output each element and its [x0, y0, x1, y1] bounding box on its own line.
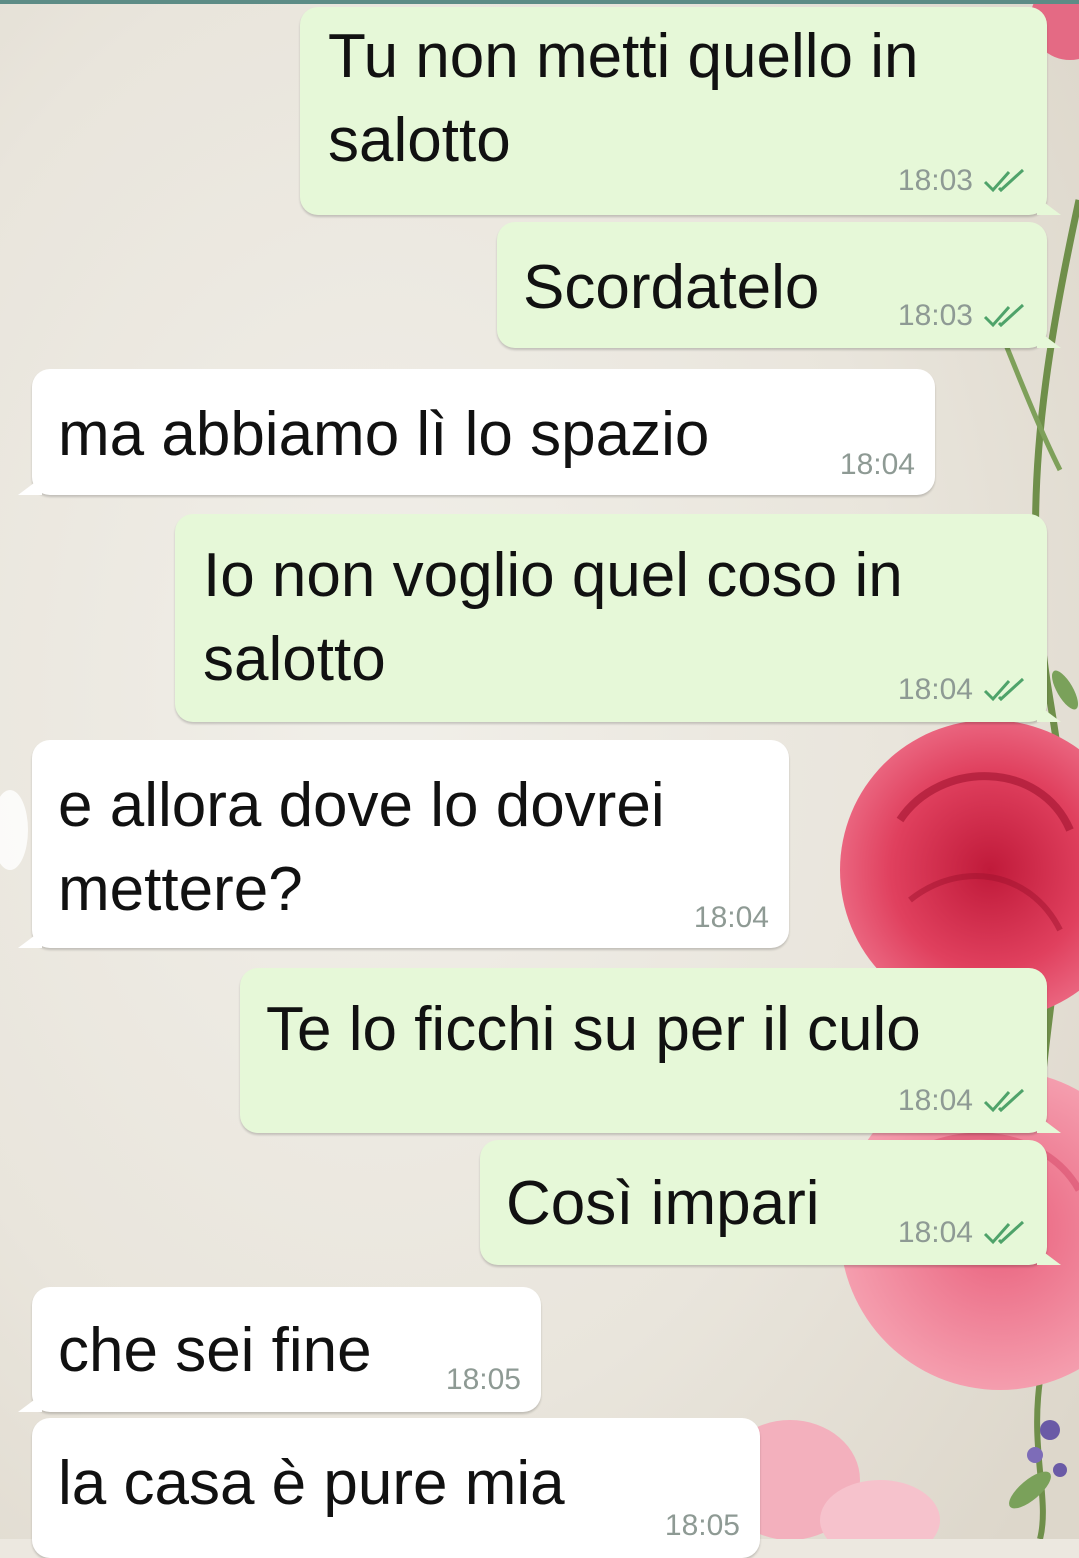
- message-text: Così impari: [506, 1169, 820, 1238]
- message-time: 18:03: [897, 164, 973, 197]
- message-time: 18:04: [897, 673, 973, 706]
- message-meta: 18:04: [898, 1215, 1027, 1251]
- message-text: Scordatelo: [523, 253, 820, 322]
- message-meta: 18:04: [694, 900, 769, 936]
- double-check-read-icon: [983, 1220, 1025, 1245]
- message-bubble-outgoing[interactable]: Io non voglio quel coso in salotto 18:04: [175, 514, 1061, 722]
- message-time: 18:03: [897, 299, 973, 332]
- message-text: Te lo ficchi su per il culo: [266, 995, 921, 1064]
- message-bubble-outgoing[interactable]: Scordatelo 18:03: [497, 222, 1061, 348]
- message-bubble-outgoing[interactable]: Tu non metti quello in salotto 18:03: [300, 7, 1061, 215]
- message-text: che sei fine: [58, 1316, 372, 1385]
- message-text: e allora dove lo dovrei mettere?: [58, 771, 665, 924]
- message-meta: 18:05: [446, 1362, 521, 1398]
- message-meta: 18:04: [840, 447, 915, 483]
- message-time: 18:04: [897, 1216, 973, 1249]
- message-meta: 18:04: [898, 1083, 1027, 1119]
- message-bubble-incoming[interactable]: e allora dove lo dovrei mettere? 18:04: [18, 740, 789, 948]
- message-text: la casa è pure mia: [58, 1449, 565, 1518]
- message-bubble-incoming[interactable]: che sei fine 18:05: [18, 1287, 541, 1412]
- double-check-read-icon: [983, 1088, 1025, 1113]
- message-bubble-outgoing[interactable]: Così impari 18:04: [480, 1140, 1061, 1265]
- message-bubble-incoming[interactable]: la casa è pure mia 18:05: [32, 1418, 760, 1558]
- message-meta: 18:04: [898, 672, 1027, 708]
- message-bubble-outgoing[interactable]: Te lo ficchi su per il culo 18:04: [240, 968, 1061, 1133]
- message-text: Io non voglio quel coso in salotto: [203, 541, 903, 694]
- message-text: Tu non metti quello in salotto: [328, 22, 919, 175]
- double-check-read-icon: [983, 303, 1025, 328]
- top-divider: [0, 0, 1079, 4]
- message-time: 18:04: [839, 448, 915, 481]
- message-time: 18:04: [897, 1084, 973, 1117]
- message-time: 18:04: [693, 901, 769, 934]
- double-check-read-icon: [983, 677, 1025, 702]
- message-text: ma abbiamo lì lo spazio: [58, 400, 710, 469]
- message-meta: 18:03: [898, 163, 1027, 199]
- message-bubble-incoming[interactable]: ma abbiamo lì lo spazio 18:04: [18, 369, 935, 495]
- double-check-read-icon: [983, 168, 1025, 193]
- message-time: 18:05: [445, 1363, 521, 1396]
- message-meta: 18:03: [898, 298, 1027, 334]
